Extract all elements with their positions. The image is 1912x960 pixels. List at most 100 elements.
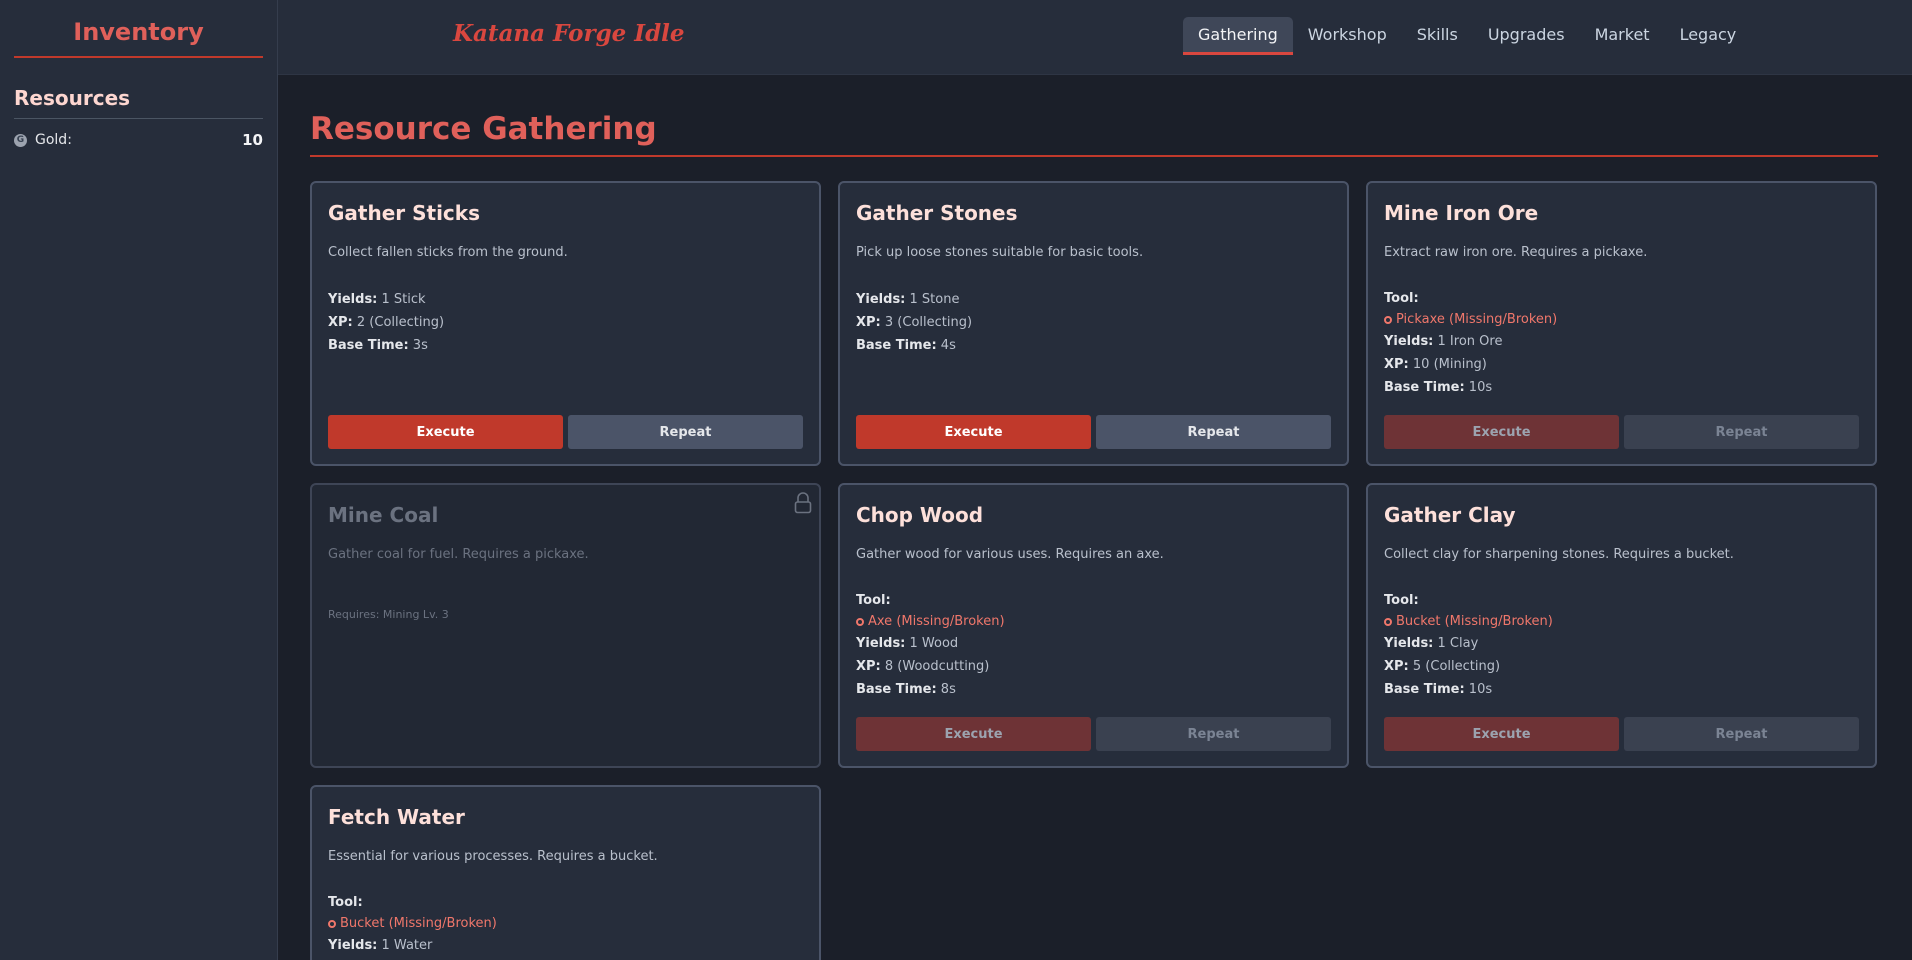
lock-icon xyxy=(794,492,812,514)
card-info: Yields: 1 Stick XP: 2 (Collecting) Base … xyxy=(328,288,803,357)
yields-value: 1 Iron Ore xyxy=(1437,334,1503,349)
yields-label: Yields: xyxy=(328,292,378,307)
tab-skills[interactable]: Skills xyxy=(1402,17,1473,55)
execute-button[interactable]: Execute xyxy=(1384,415,1619,449)
activity-grid: Gather Sticks Collect fallen sticks from… xyxy=(310,181,1878,960)
tool-status: Bucket (Missing/Broken) xyxy=(340,916,497,931)
top-header: Katana Forge Idle Gathering Workshop Ski… xyxy=(278,0,1912,75)
card-title: Gather Sticks xyxy=(328,201,480,225)
card-description: Gather wood for various uses. Requires a… xyxy=(856,547,1164,562)
execute-button[interactable]: Execute xyxy=(856,717,1091,751)
yields-label: Yields: xyxy=(328,938,378,953)
card-info: Tool: Bucket (Missing/Broken) Yields: 1 … xyxy=(1384,590,1859,701)
activity-card-fetch-water: Fetch Water Essential for various proces… xyxy=(310,785,821,960)
tab-gathering[interactable]: Gathering xyxy=(1183,17,1293,55)
tab-upgrades[interactable]: Upgrades xyxy=(1473,17,1580,55)
repeat-button[interactable]: Repeat xyxy=(1096,717,1331,751)
activity-card-gather-sticks: Gather Sticks Collect fallen sticks from… xyxy=(310,181,821,466)
warning-icon xyxy=(328,919,336,928)
repeat-button[interactable]: Repeat xyxy=(1624,415,1859,449)
xp-value: 2 (Collecting) xyxy=(356,315,445,330)
tab-legacy[interactable]: Legacy xyxy=(1665,17,1752,55)
yields-value: 1 Stick xyxy=(381,292,426,307)
card-description: Pick up loose stones suitable for basic … xyxy=(856,245,1144,260)
card-title: Gather Clay xyxy=(1384,503,1516,527)
warning-icon xyxy=(856,617,864,626)
yields-value: 1 Water xyxy=(381,938,433,953)
repeat-button[interactable]: Repeat xyxy=(1096,415,1331,449)
tool-label: Tool: xyxy=(1384,593,1419,608)
yields-value: 1 Stone xyxy=(909,292,960,307)
time-value: 10s xyxy=(1468,682,1493,697)
game-title: Katana Forge Idle xyxy=(453,20,685,47)
resource-row-gold: G Gold: 10 xyxy=(14,131,263,149)
time-label: Base Time: xyxy=(328,338,409,353)
page-title: Resource Gathering xyxy=(310,111,1878,157)
tool-label: Tool: xyxy=(328,895,363,910)
card-info: Tool: Pickaxe (Missing/Broken) Yields: 1… xyxy=(1384,288,1859,399)
time-value: 10s xyxy=(1468,380,1493,395)
warning-icon xyxy=(1384,617,1392,626)
card-title: Mine Coal xyxy=(328,503,439,527)
tool-label: Tool: xyxy=(1384,291,1419,306)
tool-label: Tool: xyxy=(856,593,891,608)
requirement-text: Requires: Mining Lv. 3 xyxy=(328,608,449,621)
main-nav: Gathering Workshop Skills Upgrades Marke… xyxy=(1183,17,1751,55)
tool-status: Pickaxe (Missing/Broken) xyxy=(1396,312,1558,327)
sidebar-title: Inventory xyxy=(14,14,263,58)
tool-status: Axe (Missing/Broken) xyxy=(868,614,1005,629)
activity-card-chop-wood: Chop Wood Gather wood for various uses. … xyxy=(838,483,1349,768)
time-value: 3s xyxy=(412,338,428,353)
card-description: Gather coal for fuel. Requires a pickaxe… xyxy=(328,547,589,562)
xp-value: 8 (Woodcutting) xyxy=(884,659,990,674)
time-value: 8s xyxy=(940,682,956,697)
card-description: Collect fallen sticks from the ground. xyxy=(328,245,568,260)
execute-button[interactable]: Execute xyxy=(1384,717,1619,751)
tab-workshop[interactable]: Workshop xyxy=(1293,17,1402,55)
activity-card-mine-iron-ore: Mine Iron Ore Extract raw iron ore. Requ… xyxy=(1366,181,1877,466)
card-title: Mine Iron Ore xyxy=(1384,201,1539,225)
yields-label: Yields: xyxy=(856,292,906,307)
time-value: 4s xyxy=(940,338,956,353)
card-description: Collect clay for sharpening stones. Requ… xyxy=(1384,547,1734,562)
time-label: Base Time: xyxy=(856,682,937,697)
xp-value: 5 (Collecting) xyxy=(1412,659,1501,674)
xp-label: XP: xyxy=(1384,659,1409,674)
yields-value: 1 Wood xyxy=(909,636,959,651)
card-info: Yields: 1 Stone XP: 3 (Collecting) Base … xyxy=(856,288,1331,357)
yields-label: Yields: xyxy=(1384,636,1434,651)
yields-label: Yields: xyxy=(856,636,906,651)
resource-value: 10 xyxy=(242,131,263,149)
tab-market[interactable]: Market xyxy=(1580,17,1665,55)
activity-card-mine-coal: Mine Coal Gather coal for fuel. Requires… xyxy=(310,483,821,768)
xp-label: XP: xyxy=(856,315,881,330)
time-label: Base Time: xyxy=(1384,682,1465,697)
card-info: Tool: Axe (Missing/Broken) Yields: 1 Woo… xyxy=(856,590,1331,701)
warning-icon xyxy=(1384,315,1392,324)
card-description: Essential for various processes. Require… xyxy=(328,849,658,864)
xp-value: 10 (Mining) xyxy=(1412,357,1487,372)
xp-value: 3 (Collecting) xyxy=(884,315,973,330)
card-title: Chop Wood xyxy=(856,503,984,527)
execute-button[interactable]: Execute xyxy=(856,415,1091,449)
repeat-button[interactable]: Repeat xyxy=(568,415,803,449)
resources-heading: Resources xyxy=(14,86,263,119)
card-description: Extract raw iron ore. Requires a pickaxe… xyxy=(1384,245,1648,260)
activity-card-gather-clay: Gather Clay Collect clay for sharpening … xyxy=(1366,483,1877,768)
time-label: Base Time: xyxy=(856,338,937,353)
tool-status: Bucket (Missing/Broken) xyxy=(1396,614,1553,629)
card-info: Tool: Bucket (Missing/Broken) Yields: 1 … xyxy=(328,892,803,957)
xp-label: XP: xyxy=(856,659,881,674)
yields-value: 1 Clay xyxy=(1437,636,1479,651)
card-title: Gather Stones xyxy=(856,201,1018,225)
execute-button[interactable]: Execute xyxy=(328,415,563,449)
repeat-button[interactable]: Repeat xyxy=(1624,717,1859,751)
sidebar: Inventory Resources G Gold: 10 xyxy=(0,0,278,960)
time-label: Base Time: xyxy=(1384,380,1465,395)
gold-coin-icon: G xyxy=(14,133,27,147)
activity-card-gather-stones: Gather Stones Pick up loose stones suita… xyxy=(838,181,1349,466)
yields-label: Yields: xyxy=(1384,334,1434,349)
xp-label: XP: xyxy=(1384,357,1409,372)
main-content: Resource Gathering Gather Sticks Collect… xyxy=(310,75,1878,960)
card-title: Fetch Water xyxy=(328,805,465,829)
